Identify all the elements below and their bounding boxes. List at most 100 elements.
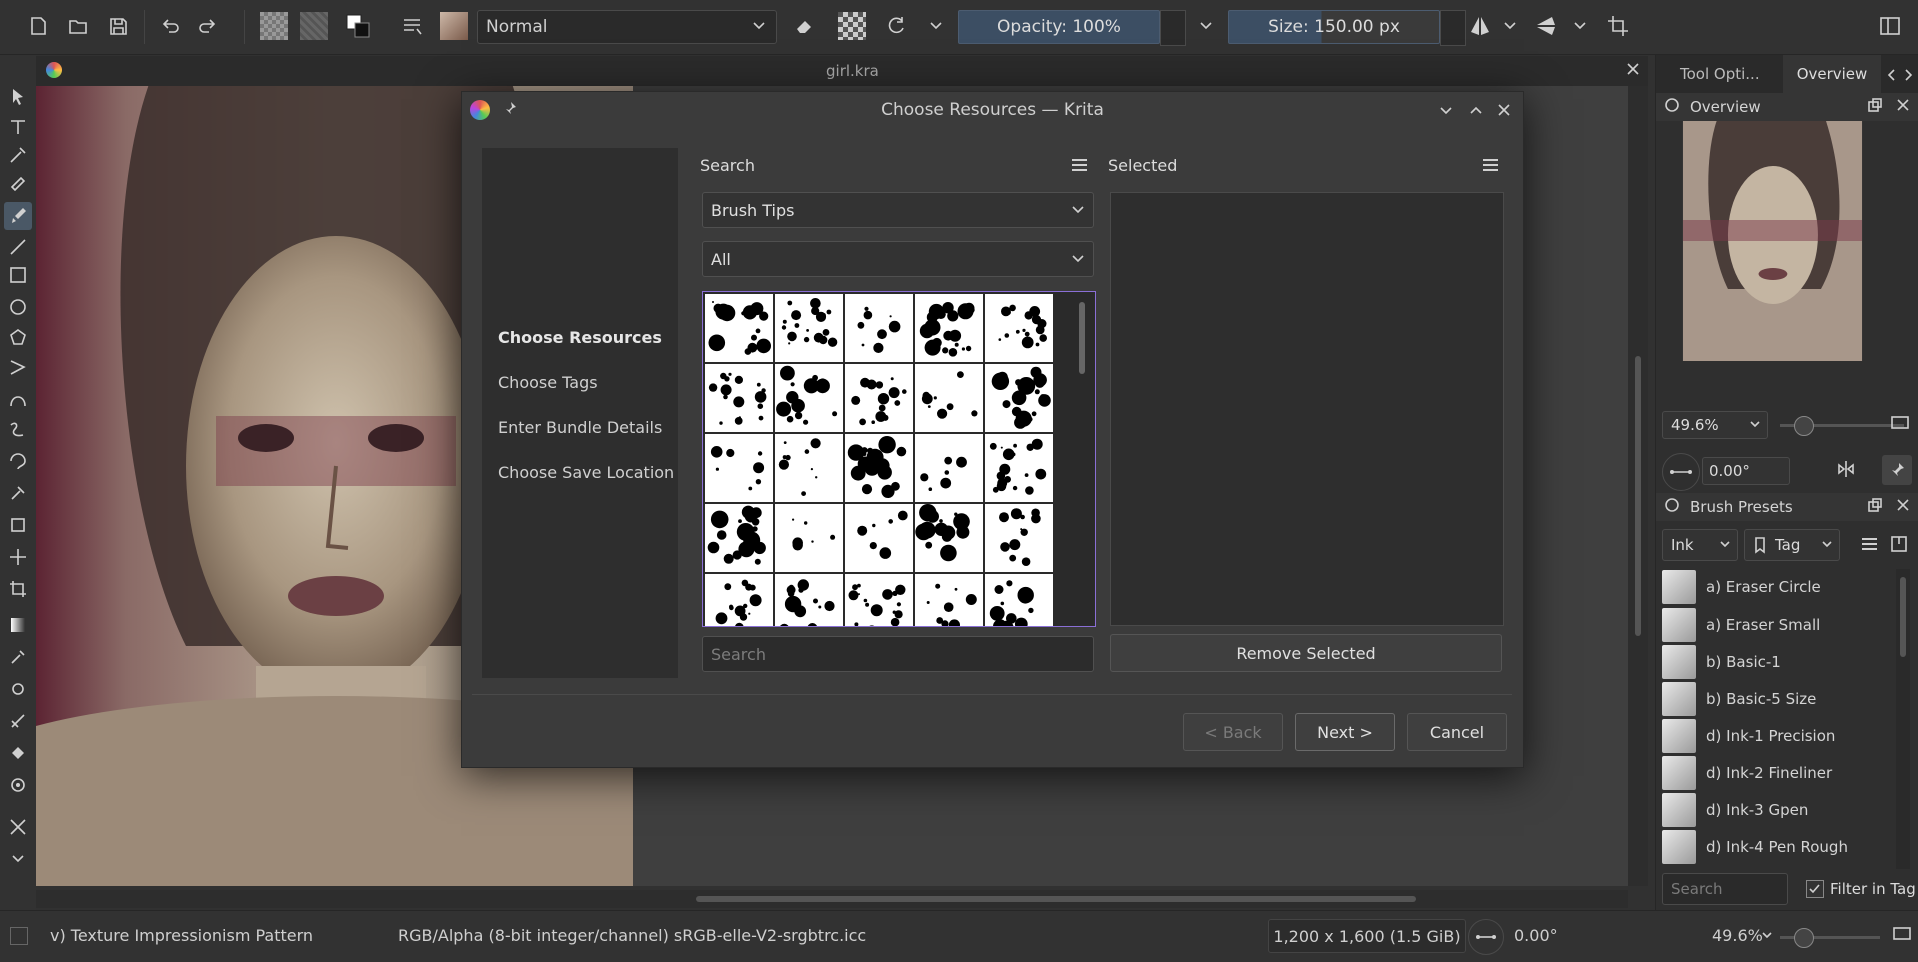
brush-tip-thumbnail[interactable] xyxy=(845,294,913,362)
new-document-icon[interactable] xyxy=(24,12,52,40)
list-item[interactable]: d) Ink-3 Gpen xyxy=(1662,792,1896,828)
assistant-tool-icon[interactable] xyxy=(4,707,32,735)
chevron-down-icon[interactable] xyxy=(922,12,950,40)
resource-grid[interactable] xyxy=(702,291,1096,627)
maximize-icon[interactable] xyxy=(1468,102,1484,123)
dynamic-brush-icon[interactable] xyxy=(4,447,32,475)
vertical-scrollbar[interactable] xyxy=(1628,86,1648,886)
lock-icon[interactable] xyxy=(1664,497,1680,517)
undo-icon[interactable] xyxy=(156,12,184,40)
float-panel-icon[interactable] xyxy=(1867,497,1883,517)
brush-tip-thumbnail[interactable] xyxy=(775,294,843,362)
fill-patterns-icon[interactable] xyxy=(300,12,328,40)
edit-shapes-icon[interactable] xyxy=(4,141,32,169)
list-item[interactable]: d) Ink-4 Pen Rough xyxy=(1662,829,1896,865)
list-item[interactable]: a) Eraser Small xyxy=(1662,607,1896,643)
chevron-left-icon[interactable] xyxy=(1886,67,1898,86)
brush-tip-thumbnail[interactable] xyxy=(915,574,983,627)
mirror-view-icon[interactable] xyxy=(1836,459,1856,483)
selected-resources-list[interactable] xyxy=(1110,192,1504,626)
tag-select[interactable]: Tag xyxy=(1744,529,1840,561)
brush-tip-thumbnail[interactable] xyxy=(705,434,773,502)
chevron-down-icon[interactable] xyxy=(1496,12,1524,40)
bezier-tool-icon[interactable] xyxy=(4,385,32,413)
open-document-icon[interactable] xyxy=(64,12,92,40)
brush-tip-thumbnail[interactable] xyxy=(705,294,773,362)
brush-tip-thumbnail[interactable] xyxy=(915,504,983,572)
gradient-tool-icon[interactable] xyxy=(4,611,32,639)
transform-tool-icon[interactable] xyxy=(4,511,32,539)
overview-zoom-select[interactable]: 49.6% xyxy=(1662,411,1768,439)
brush-tip-thumbnail[interactable] xyxy=(985,504,1053,572)
overview-thumbnail[interactable] xyxy=(1682,121,1863,361)
mirror-vertical-icon[interactable] xyxy=(1532,12,1560,40)
brush-tip-thumbnail[interactable] xyxy=(845,574,913,627)
rotation-dial[interactable] xyxy=(1468,919,1504,955)
list-item[interactable]: b) Basic-1 xyxy=(1662,644,1896,680)
fill-tool-icon[interactable] xyxy=(4,739,32,767)
search-menu-icon[interactable] xyxy=(1072,156,1087,174)
list-item[interactable]: d) Ink-1 Precision xyxy=(1662,718,1896,754)
chevron-down-icon[interactable] xyxy=(1566,12,1594,40)
brush-tip-thumbnail[interactable] xyxy=(845,364,913,432)
reference-images-icon[interactable] xyxy=(4,813,32,841)
chevron-down-icon[interactable] xyxy=(1192,12,1220,40)
close-panel-icon[interactable] xyxy=(1895,497,1911,517)
selected-menu-icon[interactable] xyxy=(1483,156,1498,174)
opacity-slider[interactable]: Opacity: 100% xyxy=(958,10,1160,44)
smart-patch-icon[interactable] xyxy=(4,675,32,703)
pin-icon[interactable] xyxy=(502,101,518,122)
scrollbar-thumb[interactable] xyxy=(1635,356,1641,636)
tab-tool-options[interactable]: Tool Opti... xyxy=(1680,65,1760,83)
size-spin[interactable] xyxy=(1440,10,1466,46)
grid-scrollbar[interactable] xyxy=(1075,296,1089,620)
preserve-alpha-icon[interactable] xyxy=(838,12,866,40)
brush-tip-thumbnail[interactable] xyxy=(985,364,1053,432)
polyline-tool-icon[interactable] xyxy=(4,353,32,381)
close-panel-icon[interactable] xyxy=(1895,97,1911,117)
brush-tip-thumbnail[interactable] xyxy=(985,294,1053,362)
calligraphy-icon[interactable] xyxy=(4,167,32,195)
lock-icon[interactable] xyxy=(1664,97,1680,117)
tag-filter-select[interactable]: All xyxy=(702,241,1094,277)
polygon-tool-icon[interactable] xyxy=(4,323,32,351)
brush-tip-thumbnail[interactable] xyxy=(705,364,773,432)
preset-filter-select[interactable]: Ink xyxy=(1662,529,1738,561)
eraser-mode-icon[interactable] xyxy=(790,12,818,40)
move-tool-icon[interactable] xyxy=(4,543,32,571)
foreground-background-colors-icon[interactable] xyxy=(344,12,372,40)
brush-tip-thumbnail[interactable] xyxy=(915,294,983,362)
fit-view-icon[interactable] xyxy=(1890,415,1910,437)
document-tab-title[interactable]: girl.kra xyxy=(826,62,879,80)
close-icon[interactable] xyxy=(1496,102,1512,123)
scrollbar-thumb[interactable] xyxy=(696,896,1416,902)
brush-tip-thumbnail[interactable] xyxy=(985,574,1053,627)
brush-tip-thumbnail[interactable] xyxy=(705,504,773,572)
chevron-down-icon[interactable] xyxy=(1761,927,1773,947)
back-button[interactable]: < Back xyxy=(1183,713,1283,751)
chevron-right-icon[interactable] xyxy=(1902,67,1914,86)
presets-menu-icon[interactable] xyxy=(1862,535,1877,553)
freehand-path-icon[interactable] xyxy=(4,415,32,443)
brush-tip-thumbnail[interactable] xyxy=(775,504,843,572)
brush-tip-thumbnail[interactable] xyxy=(775,364,843,432)
preset-search-input[interactable]: Search xyxy=(1662,873,1788,905)
presets-view-icon[interactable] xyxy=(1890,535,1908,557)
brush-tip-thumbnail[interactable] xyxy=(915,434,983,502)
rotation-dial[interactable] xyxy=(1662,453,1700,491)
wrap-around-icon[interactable] xyxy=(1604,12,1632,40)
mirror-horizontal-icon[interactable] xyxy=(1466,12,1494,40)
chevron-down-icon[interactable] xyxy=(4,845,32,873)
reload-preset-icon[interactable] xyxy=(882,12,910,40)
list-item[interactable]: b) Basic-5 Size xyxy=(1662,681,1896,717)
resource-type-select[interactable]: Brush Tips xyxy=(702,192,1094,228)
close-document-icon[interactable] xyxy=(1624,60,1642,82)
next-button[interactable]: Next > xyxy=(1295,713,1395,751)
crop-tool-icon[interactable] xyxy=(4,575,32,603)
scrollbar-thumb[interactable] xyxy=(1900,577,1906,657)
scrollbar-thumb[interactable] xyxy=(1079,302,1085,374)
list-item[interactable]: a) Eraser Circle xyxy=(1662,569,1896,605)
brush-preset-thumbnail[interactable] xyxy=(440,12,468,40)
freehand-brush-icon[interactable] xyxy=(4,202,32,230)
size-slider[interactable]: Size: 150.00 px xyxy=(1228,10,1440,44)
